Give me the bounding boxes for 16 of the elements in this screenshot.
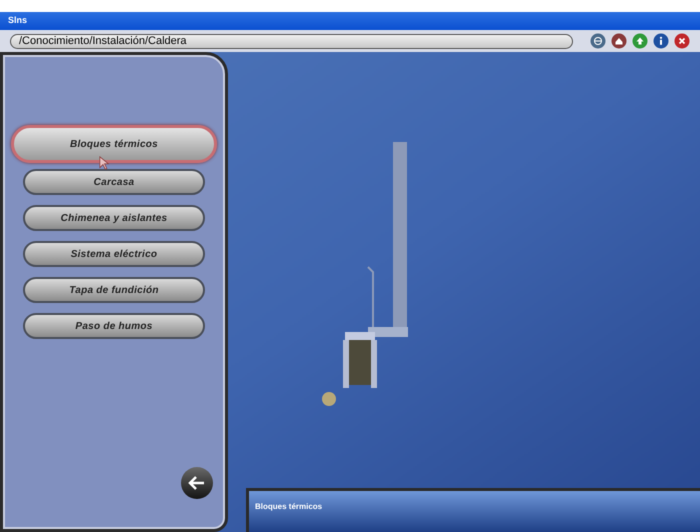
- info-panel-title: Bloques térmicos: [255, 502, 322, 511]
- cursor-icon: [99, 156, 110, 170]
- globe-icon[interactable]: [590, 33, 606, 49]
- back-button[interactable]: [181, 467, 213, 499]
- menu-button[interactable]: Sistema eléctrico: [23, 241, 205, 267]
- menu-button[interactable]: Tapa de fundición: [23, 277, 205, 303]
- home-icon[interactable]: [611, 33, 627, 49]
- info-icon[interactable]: [653, 33, 669, 49]
- menu-button[interactable]: Chimenea y aislantes: [23, 205, 205, 231]
- left-arrow-icon: [188, 476, 206, 490]
- menu-button[interactable]: Bloques térmicos: [11, 125, 217, 163]
- menu-button[interactable]: Paso de humos: [23, 313, 205, 339]
- close-icon[interactable]: [674, 33, 690, 49]
- menu-button[interactable]: Carcasa: [23, 169, 205, 195]
- address-field[interactable]: /Conocimiento/Instalación/Caldera: [10, 34, 573, 48]
- window-title: Slns: [8, 14, 28, 28]
